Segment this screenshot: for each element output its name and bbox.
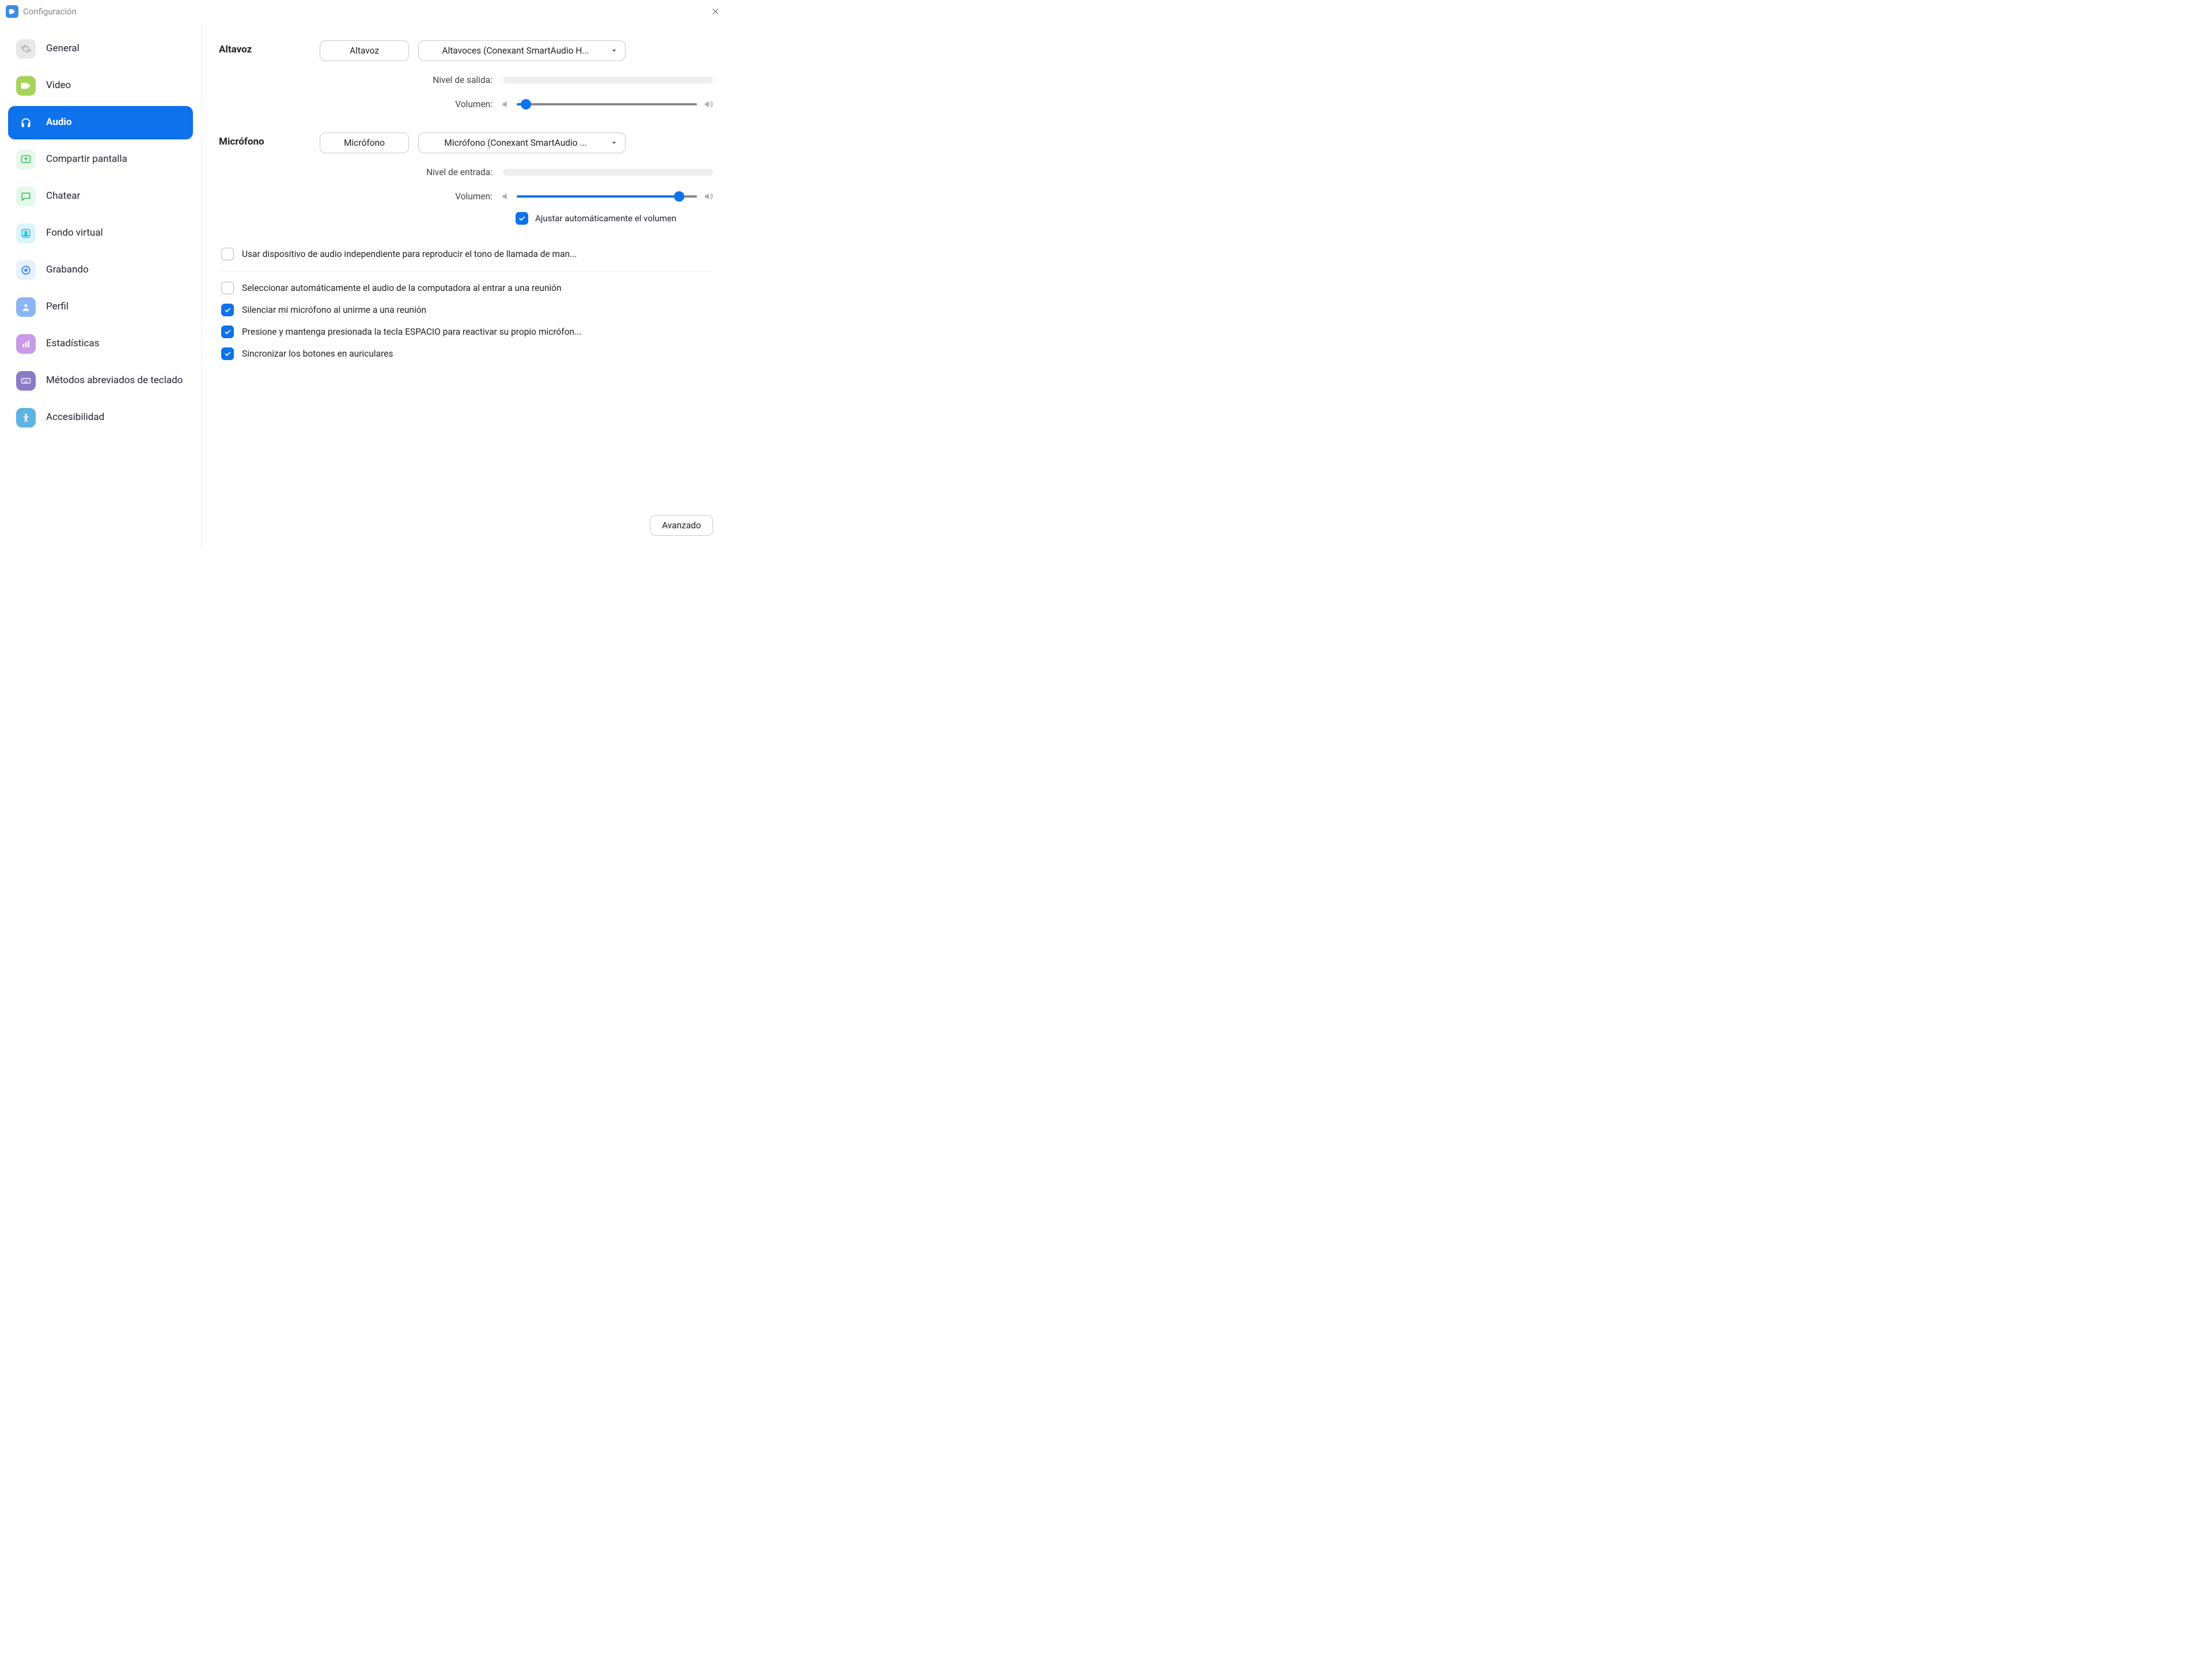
option-checkbox-sync-headset-buttons[interactable] — [221, 347, 234, 360]
audio-options: Usar dispositivo de audio independiente … — [219, 248, 713, 360]
sidebar: General Video Audio Compartir pantalla C — [0, 23, 202, 548]
sidebar-item-label: Audio — [46, 116, 72, 128]
option-checkbox-auto-join-audio[interactable] — [221, 282, 234, 294]
close-button[interactable] — [709, 5, 722, 18]
headphone-icon — [16, 113, 36, 133]
output-level-label: Nivel de salida: — [320, 75, 493, 85]
sidebar-item-label: Perfil — [46, 301, 69, 313]
microphone-volume-slider[interactable] — [517, 195, 697, 198]
sidebar-item-chat[interactable]: Chatear — [8, 180, 193, 213]
sidebar-item-recording[interactable]: Grabando — [8, 253, 193, 287]
microphone-volume-label: Volumen: — [320, 191, 493, 202]
option-label: Seleccionar automáticamente el audio de … — [242, 283, 562, 293]
sidebar-item-label: Video — [46, 80, 71, 92]
share-screen-icon — [16, 150, 36, 169]
sidebar-item-profile[interactable]: Perfil — [8, 290, 193, 324]
speaker-section: Altavoz Altavoz Altavoces (Conexant Smar… — [219, 40, 713, 109]
option-row: Sincronizar los botones en auriculares — [221, 347, 713, 360]
auto-adjust-volume-label: Ajustar automáticamente el volumen — [535, 213, 676, 224]
option-label: Silenciar mi micrófono al unirme a una r… — [242, 305, 426, 315]
microphone-section: Micrófono Micrófono Micrófono (Conexant … — [219, 133, 713, 225]
sidebar-item-video[interactable]: Video — [8, 69, 193, 103]
test-microphone-button[interactable]: Micrófono — [320, 133, 409, 153]
sidebar-item-label: Estadísticas — [46, 338, 99, 350]
sidebar-item-label: Accesibilidad — [46, 411, 104, 423]
input-level-meter — [503, 169, 713, 176]
volume-low-icon — [501, 191, 511, 202]
sidebar-item-label: Métodos abreviados de teclado — [46, 374, 183, 387]
sidebar-item-general[interactable]: General — [8, 32, 193, 66]
sidebar-item-audio[interactable]: Audio — [8, 106, 193, 139]
sidebar-item-share-screen[interactable]: Compartir pantalla — [8, 143, 193, 176]
sidebar-item-statistics[interactable]: Estadísticas — [8, 327, 193, 361]
microphone-device-select[interactable]: Micrófono (Conexant SmartAudio ... — [418, 133, 626, 153]
sidebar-item-label: Fondo virtual — [46, 227, 103, 239]
keyboard-icon — [16, 371, 36, 391]
sidebar-item-label: Compartir pantalla — [46, 153, 127, 165]
input-level-label: Nivel de entrada: — [320, 167, 493, 177]
record-icon — [16, 260, 36, 280]
sidebar-item-label: General — [46, 43, 79, 55]
microphone-device-selected: Micrófono (Conexant SmartAudio ... — [426, 138, 605, 148]
title-bar: Configuración — [0, 0, 730, 23]
stats-icon — [16, 334, 36, 354]
option-row: Silenciar mi micrófono al unirme a una r… — [221, 304, 713, 316]
option-row: Seleccionar automáticamente el audio de … — [221, 282, 713, 294]
speaker-volume-slider[interactable] — [517, 103, 697, 105]
speaker-device-select[interactable]: Altavoces (Conexant SmartAudio H... — [418, 40, 626, 61]
auto-adjust-volume-checkbox[interactable] — [516, 212, 528, 225]
option-label: Sincronizar los botones en auriculares — [242, 349, 393, 359]
accessibility-icon — [16, 408, 36, 427]
sidebar-item-shortcuts[interactable]: Métodos abreviados de teclado — [8, 364, 193, 398]
window-title: Configuración — [23, 6, 77, 17]
option-label: Presione y mantenga presionada la tecla … — [242, 327, 581, 337]
option-label: Usar dispositivo de audio independiente … — [242, 249, 577, 259]
option-checkbox-mute-on-join[interactable] — [221, 304, 234, 316]
speaker-volume-label: Volumen: — [320, 99, 493, 109]
chat-icon — [16, 187, 36, 206]
option-checkbox-push-to-talk[interactable] — [221, 326, 234, 338]
gear-icon — [16, 39, 36, 59]
speaker-device-selected: Altavoces (Conexant SmartAudio H... — [426, 46, 605, 56]
sidebar-item-accessibility[interactable]: Accesibilidad — [8, 401, 193, 434]
video-icon — [16, 76, 36, 96]
virtual-bg-icon — [16, 224, 36, 243]
zoom-app-icon — [6, 5, 18, 18]
sidebar-item-label: Grabando — [46, 264, 89, 276]
sidebar-item-virtual-background[interactable]: Fondo virtual — [8, 217, 193, 250]
option-row: Presione y mantenga presionada la tecla … — [221, 326, 713, 338]
content-panel: Altavoz Altavoz Altavoces (Conexant Smar… — [202, 23, 730, 548]
test-speaker-button[interactable]: Altavoz — [320, 40, 409, 61]
profile-icon — [16, 297, 36, 317]
volume-high-icon — [703, 99, 713, 109]
option-row: Usar dispositivo de audio independiente … — [221, 248, 713, 260]
microphone-section-title: Micrófono — [219, 133, 314, 225]
speaker-section-title: Altavoz — [219, 40, 314, 109]
option-checkbox-separate-ringtone[interactable] — [221, 248, 234, 260]
chevron-down-icon — [610, 139, 618, 147]
volume-low-icon — [501, 99, 511, 109]
sidebar-item-label: Chatear — [46, 190, 80, 202]
advanced-button[interactable]: Avanzado — [650, 515, 713, 536]
output-level-meter — [503, 77, 713, 84]
chevron-down-icon — [610, 47, 618, 55]
volume-high-icon — [703, 191, 713, 202]
